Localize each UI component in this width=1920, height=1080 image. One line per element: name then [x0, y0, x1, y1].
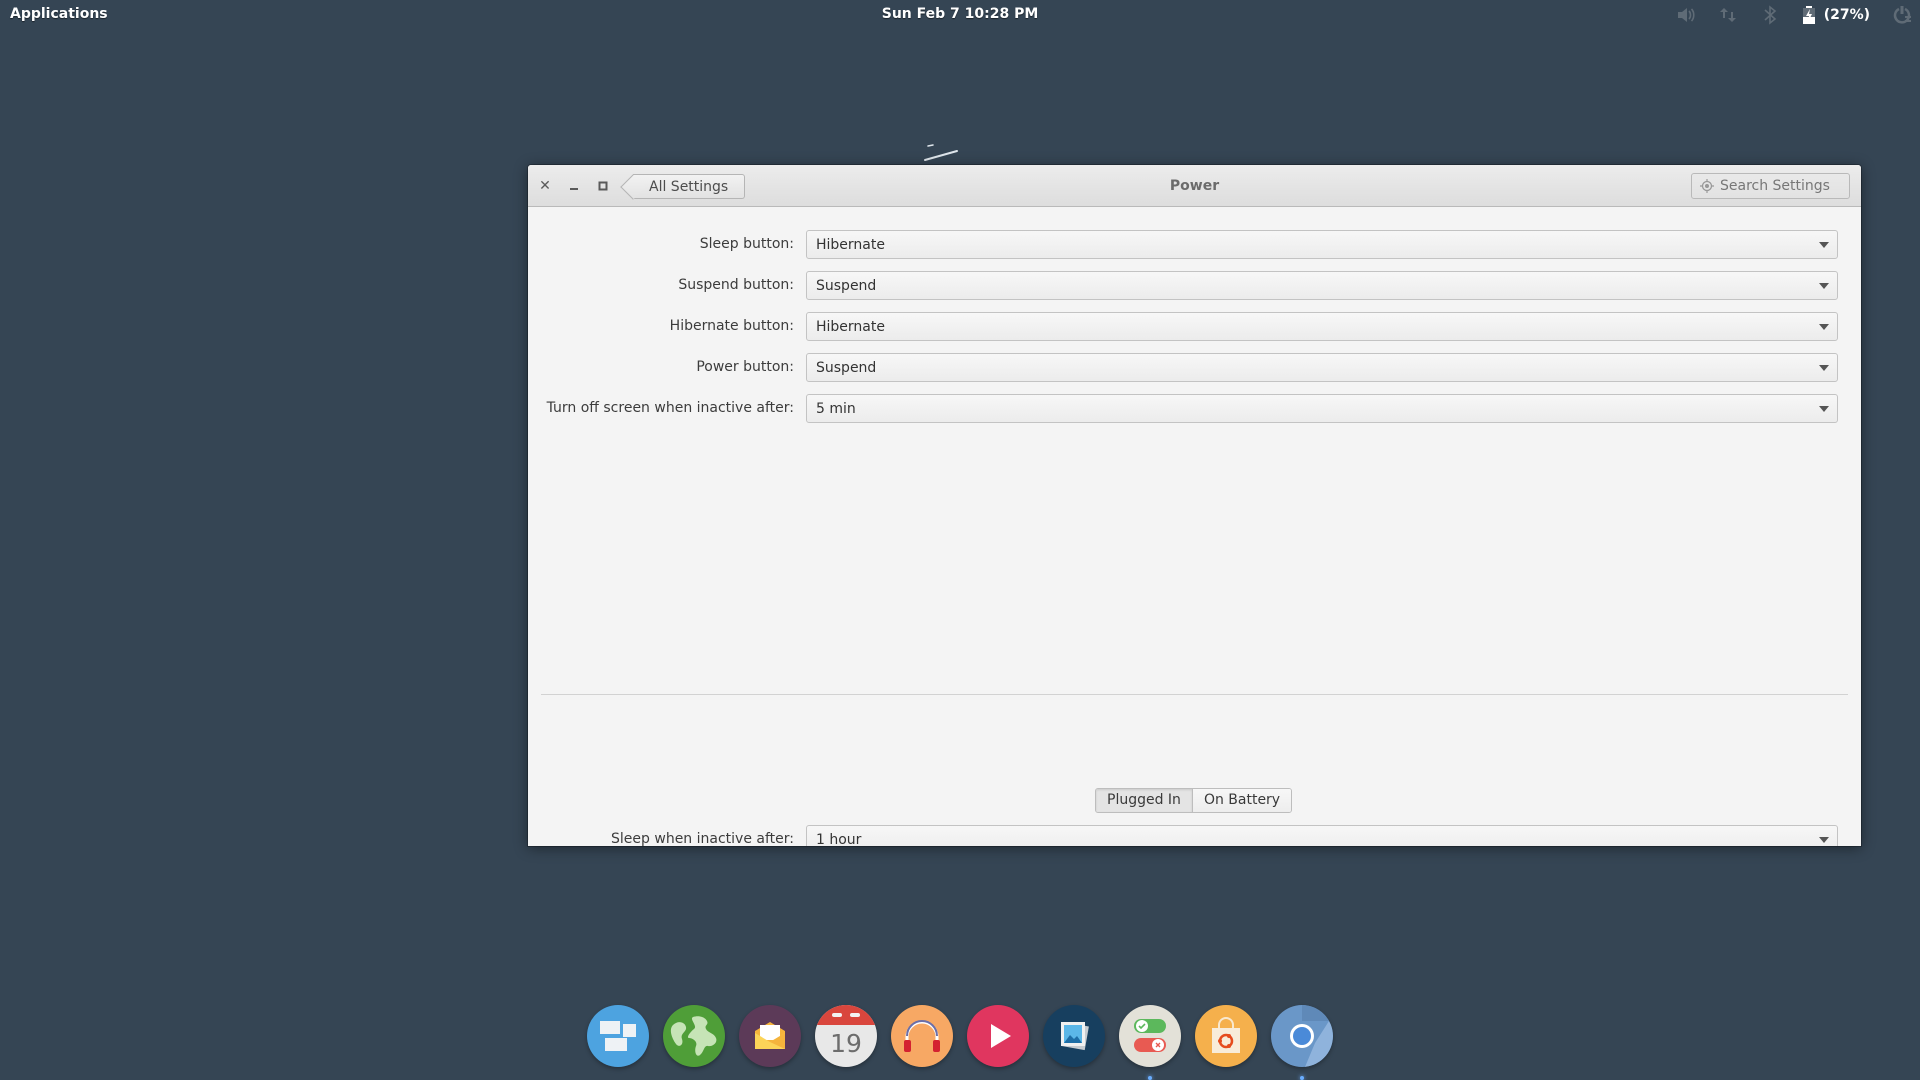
mail-icon — [755, 1022, 785, 1049]
close-icon: ✕ — [539, 178, 551, 194]
chevron-down-icon — [1819, 242, 1829, 248]
settings-content: Sleep button: Hibernate Suspend button: … — [528, 208, 1861, 846]
power-button-row: Power button: Suspend — [528, 353, 1861, 382]
bluetooth-icon[interactable] — [1760, 5, 1780, 25]
sleep-button-row: Sleep button: Hibernate — [528, 230, 1861, 259]
power-settings-window: Power ✕ All Settings Sleep button: Hiber… — [528, 165, 1861, 846]
power-button-dropdown[interactable]: Suspend — [806, 353, 1838, 382]
dock-calendar[interactable]: 19 — [815, 1005, 877, 1067]
clock[interactable]: Sun Feb 7 10:28 PM — [882, 6, 1039, 22]
running-indicator — [1148, 1076, 1152, 1080]
suspend-button-row: Suspend button: Suspend — [528, 271, 1861, 300]
hibernate-button-row: Hibernate button: Hibernate — [528, 312, 1861, 341]
dropdown-value: Suspend — [816, 359, 877, 376]
back-button-label: All Settings — [649, 178, 729, 195]
dock-videos[interactable] — [967, 1005, 1029, 1067]
multitasking-icon — [600, 1021, 636, 1051]
calendar-header — [815, 1005, 877, 1025]
minimize-icon — [570, 188, 578, 190]
calendar-ring — [832, 1013, 842, 1017]
dock-mail[interactable] — [739, 1005, 801, 1067]
shopping-bag-icon — [1212, 1017, 1240, 1053]
dropdown-value: Suspend — [816, 277, 877, 294]
search-settings[interactable] — [1691, 173, 1850, 199]
minimize-button[interactable] — [565, 177, 583, 195]
applications-menu[interactable]: Applications — [10, 6, 108, 22]
session-power-icon[interactable] — [1892, 5, 1912, 25]
dropdown-value: Hibernate — [816, 236, 885, 253]
sleep-inactive-row: Sleep when inactive after: 1 hour — [528, 825, 1861, 846]
top-panel: Applications Sun Feb 7 10:28 PM (27%) — [0, 0, 1920, 30]
on-battery-tab[interactable]: On Battery — [1191, 789, 1292, 812]
sleep-inactive-label: Sleep when inactive after: — [611, 831, 794, 846]
dock-multitasking-view[interactable] — [587, 1005, 649, 1067]
chevron-down-icon — [1819, 324, 1829, 330]
sleep-button-dropdown[interactable]: Hibernate — [806, 230, 1838, 259]
all-settings-back-button[interactable]: All Settings — [633, 174, 745, 199]
sleep-button-label: Sleep button: — [699, 236, 794, 252]
chromium-icon — [1290, 1005, 1333, 1067]
dock-chromium[interactable] — [1271, 1005, 1333, 1067]
screen-off-dropdown[interactable]: 5 min — [806, 394, 1838, 423]
maximize-icon — [598, 181, 608, 191]
calendar-ring — [850, 1013, 860, 1017]
desktop-decoration — [924, 144, 958, 161]
close-button[interactable]: ✕ — [536, 177, 554, 195]
suspend-button-dropdown[interactable]: Suspend — [806, 271, 1838, 300]
photos-icon — [1061, 1022, 1089, 1051]
chevron-down-icon — [1819, 365, 1829, 371]
maximize-button[interactable] — [594, 177, 612, 195]
battery-indicator[interactable]: (27%) — [1802, 5, 1870, 25]
clock-container: Sun Feb 7 10:28 PM — [0, 6, 1920, 22]
screen-off-row: Turn off screen when inactive after: 5 m… — [528, 394, 1861, 423]
chevron-down-icon — [1819, 406, 1829, 412]
dropdown-value: 1 hour — [816, 831, 862, 847]
search-input[interactable] — [1720, 178, 1840, 194]
suspend-button-label: Suspend button: — [678, 277, 794, 293]
headphones-icon — [904, 1020, 940, 1052]
globe-icon — [670, 1016, 717, 1056]
search-icon — [1700, 179, 1714, 193]
toggles-icon — [1134, 1019, 1166, 1052]
titlebar[interactable]: Power ✕ All Settings — [528, 165, 1861, 207]
battery-charging-icon — [1802, 5, 1816, 25]
section-divider — [541, 694, 1848, 695]
dropdown-value: Hibernate — [816, 318, 885, 335]
dropdown-value: 5 min — [816, 400, 856, 417]
calendar-date: 19 — [830, 1029, 862, 1058]
power-button-label: Power button: — [696, 359, 794, 375]
chevron-down-icon — [1819, 837, 1829, 843]
indicators: (27%) — [1676, 4, 1912, 26]
dock-software-center[interactable] — [1195, 1005, 1257, 1067]
running-indicator — [1300, 1076, 1304, 1080]
network-icon[interactable] — [1718, 5, 1738, 25]
dock-system-settings[interactable] — [1119, 1005, 1181, 1067]
chevron-down-icon — [1819, 283, 1829, 289]
dock-photos[interactable] — [1043, 1005, 1105, 1067]
dock-music[interactable] — [891, 1005, 953, 1067]
power-source-toggle: Plugged In On Battery — [1095, 788, 1293, 813]
dock-web-browser[interactable] — [663, 1005, 725, 1067]
hibernate-button-label: Hibernate button: — [669, 318, 794, 334]
dock: 19 — [587, 1005, 1333, 1069]
plugged-in-tab[interactable]: Plugged In — [1096, 789, 1192, 812]
hibernate-button-dropdown[interactable]: Hibernate — [806, 312, 1838, 341]
play-icon — [991, 1024, 1011, 1048]
screen-off-label: Turn off screen when inactive after: — [546, 400, 794, 416]
battery-percentage: (27%) — [1823, 7, 1870, 23]
sleep-inactive-dropdown[interactable]: 1 hour — [806, 825, 1838, 846]
volume-icon[interactable] — [1676, 5, 1696, 25]
